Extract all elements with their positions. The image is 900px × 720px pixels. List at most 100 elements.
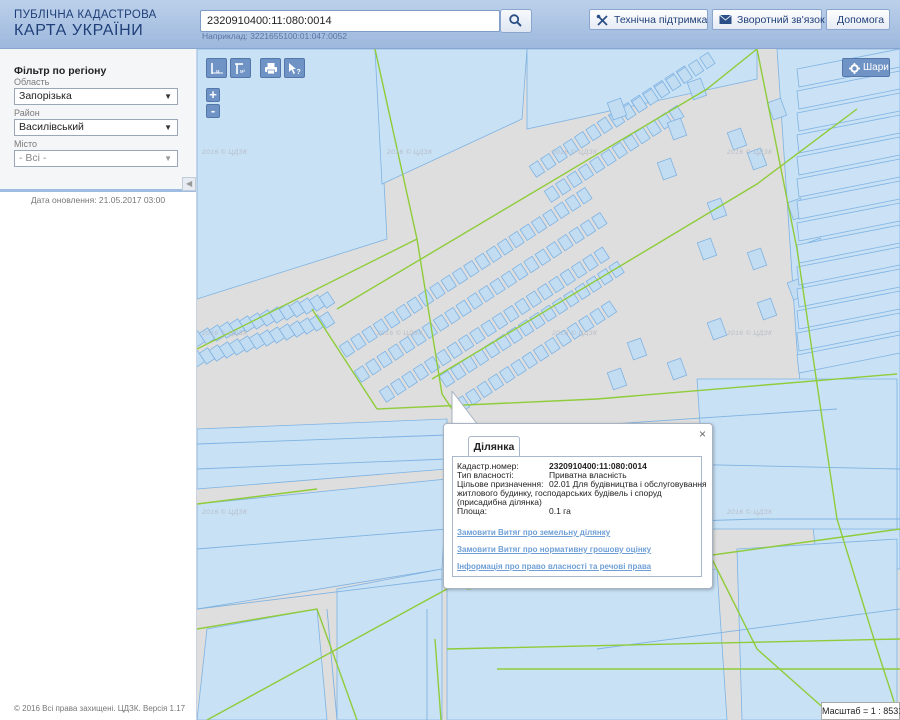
- cadastral-parcel: [398, 336, 416, 354]
- cadastral-parcel: [514, 297, 531, 316]
- cadastral-parcel: [608, 260, 625, 279]
- cadastral-parcel: [544, 336, 561, 355]
- dropdown-arrow-icon: ▼: [164, 154, 172, 163]
- cadastral-parcel: [573, 131, 591, 149]
- city-select[interactable]: - Всі - ▼: [14, 150, 178, 167]
- copyright: © 2016 Всі права захищені. ЦДЗК. Версія …: [14, 704, 186, 713]
- watermark: 2016 © ЦДЗК: [202, 509, 248, 516]
- watermark: 2016 © ЦДЗК: [387, 149, 433, 156]
- feedback-button[interactable]: Зворотний зв'язок: [712, 9, 825, 30]
- cadastral-parcel: [534, 248, 552, 266]
- cadastral-parcel: [401, 370, 418, 389]
- cadastral-parcel: [378, 385, 396, 403]
- cadastral-parcel: [570, 261, 588, 279]
- cadastral-parcel: [412, 363, 430, 381]
- search-button[interactable]: [500, 9, 532, 33]
- measure-length-button[interactable]: м: [206, 58, 227, 78]
- cadastral-parcel: [566, 170, 583, 189]
- popup-pointer: [451, 391, 480, 426]
- cadastral-parcel: [472, 348, 490, 366]
- svg-text:?: ?: [297, 69, 301, 75]
- cadastral-parcel: [577, 163, 595, 181]
- site-logo[interactable]: ПУБЛІЧНА КАДАСТРОВА КАРТА УКРАЇНИ: [14, 9, 157, 40]
- cadastral-parcel: [480, 319, 497, 338]
- road-line: [326, 608, 338, 720]
- cadastral-parcel: [588, 156, 606, 174]
- measure-area-button[interactable]: м²: [230, 58, 251, 78]
- district-select-value: Василівський: [19, 121, 84, 133]
- help-button[interactable]: Допомога: [826, 9, 890, 30]
- cadastral-parcel: [746, 247, 768, 271]
- cadastral-parcel: [487, 373, 505, 391]
- purpose-value-cont2: (присадибна ділянка): [457, 497, 542, 507]
- print-button[interactable]: [260, 58, 281, 78]
- map-scale: Масштаб = 1 : 8531: [821, 702, 900, 720]
- cadastral-parcel: [591, 211, 608, 230]
- region-select[interactable]: Запорізька ▼: [14, 88, 178, 105]
- cadastral-parcel: [555, 177, 572, 196]
- cadastral-parcel: [496, 238, 514, 256]
- area-value: 0.1 га: [549, 506, 571, 516]
- print-icon: [265, 63, 277, 75]
- cadastral-parcel: [656, 157, 678, 181]
- cadastral-parcel: [523, 255, 540, 274]
- sidebar: Фільтр по регіону Область Запорізька ▼ Р…: [0, 49, 197, 720]
- cadastral-parcel: [582, 253, 599, 272]
- cadastral-parcel: [444, 306, 461, 325]
- cadastral-parcel: [521, 351, 539, 369]
- search-icon: [509, 14, 522, 27]
- cadastral-parcel: [596, 116, 614, 134]
- cadastral-parcel: [461, 355, 478, 374]
- land-plot: [336, 568, 443, 720]
- cadastral-parcel: [455, 299, 472, 318]
- cadastral-search-input[interactable]: [205, 11, 499, 31]
- city-label: Місто: [14, 139, 38, 149]
- cadastral-parcel: [446, 341, 464, 359]
- zoom-in-button[interactable]: +: [206, 88, 220, 102]
- ownership-info-link[interactable]: Інформація про право власності та речові…: [457, 562, 651, 571]
- tech-support-button[interactable]: Технічна підтримка: [589, 9, 708, 30]
- cadastral-parcel: [589, 307, 606, 326]
- cadastral-parcel: [406, 296, 424, 314]
- cadastral-parcel: [474, 252, 491, 271]
- cadastral-parcel: [390, 377, 407, 396]
- brand-subtitle: ПУБЛІЧНА КАДАСТРОВА: [14, 9, 157, 21]
- cadastral-parcel: [536, 283, 554, 301]
- cadastral-parcel: [491, 312, 509, 330]
- search-field[interactable]: [200, 10, 500, 32]
- tools-icon: [596, 14, 608, 26]
- layers-button[interactable]: Шари: [842, 58, 890, 77]
- city-select-value: - Всі -: [19, 152, 47, 164]
- region-select-value: Запорізька: [19, 90, 72, 102]
- cadastral-parcel: [666, 357, 688, 381]
- close-popup-button[interactable]: ×: [699, 427, 706, 441]
- cadastral-parcel: [353, 365, 371, 383]
- cadastral-parcel: [542, 208, 559, 227]
- identify-button[interactable]: ?: [284, 58, 305, 78]
- order-valuation-extract-link[interactable]: Замовити Витяг про нормативну грошову оц…: [457, 545, 651, 554]
- watermark: 2016 © ЦДЗК: [377, 330, 423, 337]
- collapse-sidebar-button[interactable]: ◀: [182, 177, 196, 191]
- help-label: Допомога: [837, 14, 885, 26]
- map-canvas[interactable]: 2016 © ЦДЗК 2016 © ЦДЗК 2016 © ЦДЗК 2016…: [197, 49, 900, 720]
- parcel-info-popup: × Ділянка Кадастр.номер: 2320910400:11:0…: [443, 423, 713, 589]
- land-plot: [197, 49, 388, 300]
- watermark: 2016 © ЦДЗК: [727, 509, 773, 516]
- cadastral-parcel: [498, 366, 516, 384]
- district-select[interactable]: Василівський ▼: [14, 119, 178, 136]
- land-plot: [696, 378, 898, 530]
- zoom-out-button[interactable]: -: [206, 104, 220, 118]
- cadastral-parcel: [387, 343, 405, 361]
- brand-title: КАРТА УКРАЇНИ: [14, 22, 144, 39]
- order-land-extract-link[interactable]: Замовити Витяг про земельну ділянку: [457, 528, 610, 537]
- cadastral-parcel: [429, 281, 446, 300]
- cadastral-parcel: [421, 321, 439, 339]
- tab-parcel[interactable]: Ділянка: [468, 436, 520, 456]
- svg-text:м²: м²: [240, 69, 245, 75]
- cadastral-parcel: [696, 237, 718, 261]
- cadastral-parcel: [706, 317, 728, 341]
- cadastral-parcel: [540, 304, 557, 323]
- district-label: Район: [14, 108, 40, 118]
- cadastral-parcel: [525, 290, 543, 308]
- cadastral-parcel: [469, 326, 486, 345]
